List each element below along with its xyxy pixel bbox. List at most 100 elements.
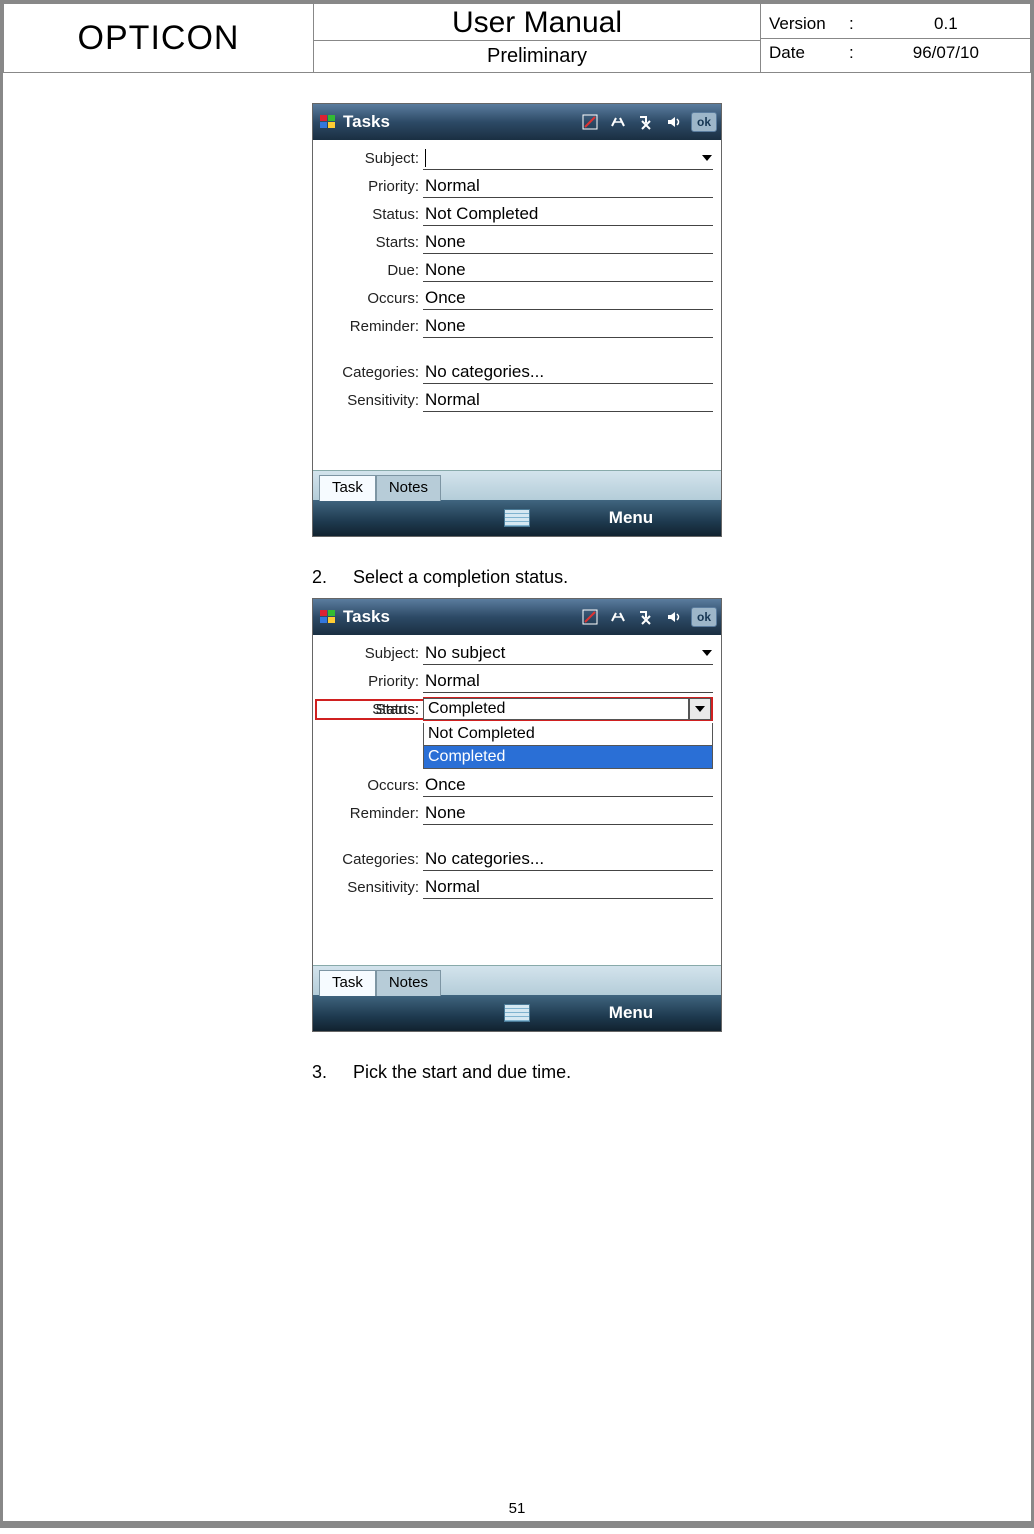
tabbar-b: Task Notes [313, 965, 721, 995]
document-header: OPTICON User Manual Version : 0.1 Date :… [3, 3, 1031, 73]
due-field[interactable]: None [423, 258, 713, 282]
step-2-num: 2. [312, 567, 348, 588]
titlebar-a: Tasks ok [313, 104, 721, 140]
titlebar-icons: ok [579, 111, 717, 133]
text-cursor [425, 149, 426, 167]
keyboard-button[interactable] [493, 509, 541, 527]
categories-label: Categories: [315, 364, 423, 381]
categories-field[interactable]: No categories... [423, 360, 713, 384]
connectivity-icon[interactable] [607, 111, 629, 133]
reminder-label: Reminder: [315, 805, 423, 822]
form-area-b: Subject: No subject Priority: Normal Sta… [313, 635, 721, 965]
categories-row: Categories: No categories... [315, 358, 719, 386]
chevron-down-icon[interactable] [701, 644, 713, 664]
due-value: None [425, 260, 466, 280]
priority-row: Priority: Normal [315, 172, 719, 200]
tab-task[interactable]: Task [319, 475, 376, 501]
occurs-value: Once [425, 288, 466, 308]
priority-field[interactable]: Normal [423, 669, 713, 693]
step-3-num: 3. [312, 1062, 348, 1083]
status-option-not-completed[interactable]: Not Completed [423, 723, 713, 746]
occurs-field[interactable]: Once [423, 773, 713, 797]
occurs-row: Occurs: Once [315, 771, 719, 799]
connectivity-icon[interactable] [607, 606, 629, 628]
sensitivity-value: Normal [425, 390, 480, 410]
subject-field[interactable] [423, 146, 713, 170]
volume-icon[interactable] [663, 606, 685, 628]
input-icon[interactable] [579, 111, 601, 133]
start-flag-icon[interactable] [317, 606, 339, 628]
due-label: Due: [315, 749, 423, 766]
priority-value: Normal [425, 671, 480, 691]
softkeys-b: Menu [313, 995, 721, 1031]
status-value: Not Completed [425, 204, 538, 224]
categories-value: No categories... [425, 849, 544, 869]
categories-field[interactable]: No categories... [423, 847, 713, 871]
chevron-down-icon[interactable] [701, 149, 713, 169]
starts-label: Starts: [315, 701, 423, 718]
reminder-row: Reminder: None [315, 799, 719, 827]
titlebar-title: Tasks [343, 607, 390, 627]
subject-field[interactable]: No subject [423, 641, 713, 665]
brand-cell: OPTICON [4, 4, 314, 73]
brand-text: OPTICON [78, 19, 240, 57]
subtitle-text: Preliminary [487, 45, 587, 67]
step-2: 2. Select a completion status. [312, 567, 722, 588]
categories-row: Categories: No categories... [315, 845, 719, 873]
tab-task[interactable]: Task [319, 970, 376, 996]
occurs-field[interactable]: Once [423, 286, 713, 310]
tabbar-a: Task Notes [313, 470, 721, 500]
tab-notes[interactable]: Notes [376, 970, 441, 996]
tab-notes[interactable]: Notes [376, 475, 441, 501]
subject-label: Subject: [315, 150, 423, 167]
title-cell: User Manual [314, 4, 761, 41]
reminder-field[interactable]: None [423, 801, 713, 825]
device-screenshot-b: Tasks ok Subject: No subject [312, 598, 722, 1032]
titlebar-icons: ok [579, 606, 717, 628]
sensitivity-field[interactable]: Normal [423, 875, 713, 899]
subject-row: Subject: [315, 144, 719, 172]
occurs-row: Occurs: Once [315, 284, 719, 312]
softkeys-a: Menu [313, 500, 721, 536]
reminder-label: Reminder: [315, 318, 423, 335]
categories-value: No categories... [425, 362, 544, 382]
starts-label-b: Starts: [315, 721, 423, 738]
sensitivity-field[interactable]: Normal [423, 388, 713, 412]
starts-value: None [425, 232, 466, 252]
start-flag-icon[interactable] [317, 111, 339, 133]
status-row: Status: Not Completed [315, 200, 719, 228]
occurs-label: Occurs: [315, 290, 423, 307]
date-value: 96/07/10 [862, 38, 1030, 67]
keyboard-icon [504, 1004, 530, 1022]
starts-field[interactable]: None [423, 230, 713, 254]
sensitivity-row: Sensitivity: Normal [315, 873, 719, 901]
volume-icon[interactable] [663, 111, 685, 133]
form-area-a: Subject: Priority: Normal Status: N [313, 140, 721, 470]
softkey-menu[interactable]: Menu [541, 508, 721, 528]
ok-button[interactable]: ok [691, 607, 717, 627]
footer-rule [3, 1521, 1031, 1525]
input-icon[interactable] [579, 606, 601, 628]
keyboard-button[interactable] [493, 1004, 541, 1022]
step-3-text: Pick the start and due time. [353, 1062, 571, 1082]
device-screenshot-a: Tasks ok Subject: [312, 103, 722, 537]
keyboard-icon [504, 509, 530, 527]
occurs-value: Once [425, 775, 466, 795]
status-label: Status: [315, 206, 423, 223]
priority-field[interactable]: Normal [423, 174, 713, 198]
categories-label: Categories: [315, 851, 423, 868]
subtitle-cell: Preliminary [314, 41, 761, 73]
ok-button[interactable]: ok [691, 112, 717, 132]
signal-icon[interactable] [635, 111, 657, 133]
sensitivity-row: Sensitivity: Normal [315, 386, 719, 414]
signal-icon[interactable] [635, 606, 657, 628]
reminder-row: Reminder: None [315, 312, 719, 340]
reminder-field[interactable]: None [423, 314, 713, 338]
content-area: Tasks ok Subject: [3, 73, 1031, 1093]
reminder-value: None [425, 316, 466, 336]
status-field[interactable]: Not Completed [423, 202, 713, 226]
softkey-menu[interactable]: Menu [541, 1003, 721, 1023]
title-text: User Manual [452, 6, 622, 39]
meta-cell: Version : 0.1 Date : 96/07/10 [761, 4, 1031, 73]
status-option-completed[interactable]: Completed [423, 746, 713, 769]
